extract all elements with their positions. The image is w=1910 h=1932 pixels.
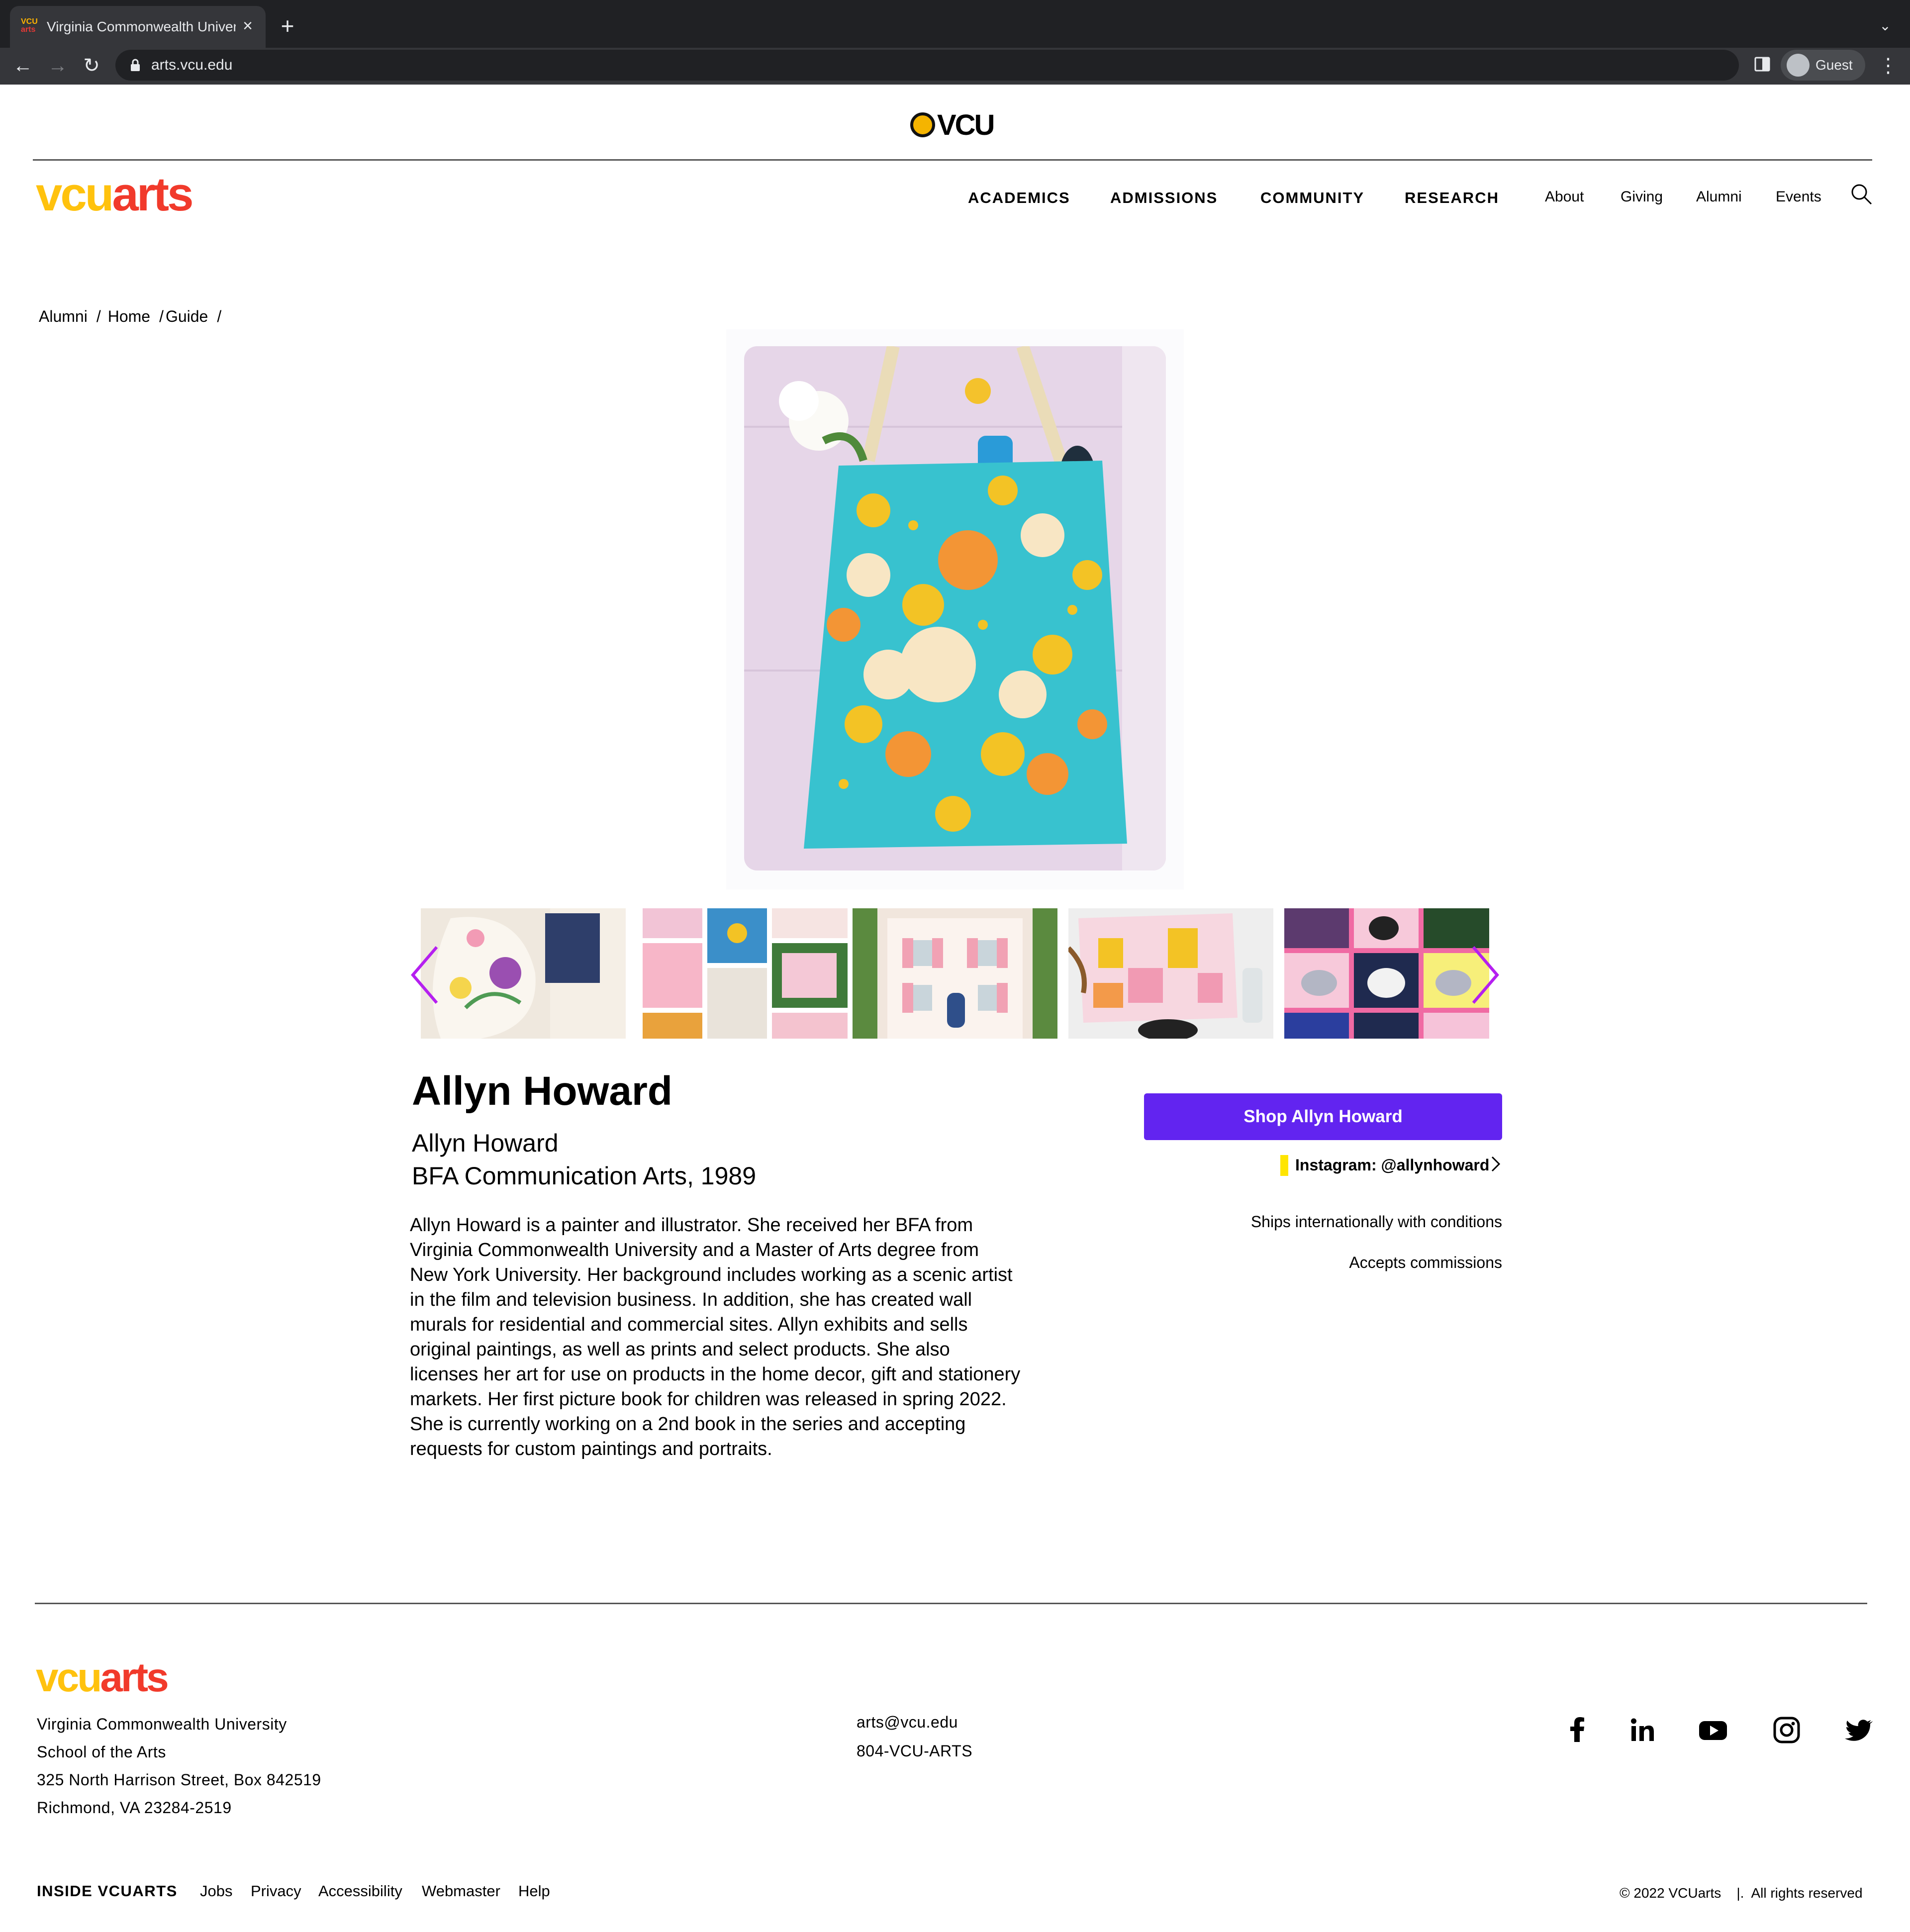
carousel-thumbnail[interactable]: [421, 908, 626, 1039]
vcu-wordmark: VCU: [937, 109, 995, 141]
address-line: 325 North Harrison Street, Box 842519: [37, 1771, 321, 1789]
carousel-thumbnail[interactable]: [853, 908, 1057, 1039]
shop-button[interactable]: Shop Allyn Howard: [1144, 1093, 1502, 1140]
carousel-prev-arrow-icon[interactable]: [408, 944, 443, 1006]
vcu-logo[interactable]: VCU: [910, 110, 1000, 140]
profile-subname: Allyn Howard: [412, 1129, 559, 1157]
carousel-thumbnail[interactable]: [643, 908, 848, 1039]
image-carousel: [408, 908, 1502, 1040]
favicon-icon: VCU arts: [21, 18, 38, 35]
subnav-about[interactable]: About: [1545, 187, 1584, 207]
favicon-bottom: arts: [21, 25, 36, 34]
shipping-info: Ships internationally with conditions: [1250, 1213, 1502, 1231]
breadcrumb-separator: /: [217, 307, 222, 325]
chevron-right-icon[interactable]: [1490, 1155, 1501, 1173]
carousel-next-arrow-icon[interactable]: [1467, 944, 1502, 1006]
breadcrumb-guide[interactable]: Guide: [166, 305, 208, 327]
linkedin-icon[interactable]: [1627, 1715, 1657, 1745]
hero-image[interactable]: [744, 346, 1166, 870]
thumbnail-image: [643, 908, 848, 1039]
twitter-icon[interactable]: [1843, 1715, 1873, 1745]
breadcrumb: Alumni / Home / Guide /: [39, 305, 228, 327]
search-icon[interactable]: [1849, 182, 1873, 206]
nav-admissions[interactable]: ADMISSIONS: [1110, 188, 1218, 208]
header-divider: [33, 159, 1872, 161]
reload-button[interactable]: ↻: [78, 52, 105, 80]
thumbnail-image: [853, 908, 1057, 1039]
tab-search-icon[interactable]: ⌄: [1875, 16, 1895, 36]
carousel-thumbnail[interactable]: [1284, 908, 1489, 1039]
nav-research[interactable]: RESEARCH: [1405, 188, 1499, 208]
footer-link-jobs[interactable]: Jobs: [200, 1879, 232, 1903]
footer-link-accessibility[interactable]: Accessibility: [318, 1879, 402, 1903]
instagram-marker: [1280, 1155, 1288, 1176]
nav-community[interactable]: COMMUNITY: [1260, 188, 1364, 208]
new-tab-button[interactable]: +: [277, 14, 298, 37]
contact-phone[interactable]: 804-VCU-ARTS: [857, 1737, 972, 1765]
logo-part-arts: arts: [112, 168, 193, 221]
tab-close-icon[interactable]: ×: [238, 16, 258, 36]
contact-email[interactable]: arts@vcu.edu: [857, 1708, 958, 1736]
address-line: Virginia Commonwealth University: [37, 1715, 287, 1733]
logo-part-vcu: vcu: [36, 1655, 102, 1700]
thumbnail-image: [421, 908, 626, 1039]
subnav-giving[interactable]: Giving: [1621, 187, 1663, 207]
copyright-text: © 2022 VCUarts |. All rights reserved: [1620, 1885, 1863, 1901]
profile-label: Guest: [1815, 57, 1853, 73]
profile-name: Allyn Howard: [412, 1068, 672, 1114]
thumbnail-image: [1284, 908, 1489, 1039]
footer-link-privacy[interactable]: Privacy: [251, 1879, 301, 1903]
subnav-alumni[interactable]: Alumni: [1696, 187, 1742, 207]
thumbnail-image: [1068, 908, 1273, 1039]
browser-menu-icon[interactable]: ⋮: [1878, 52, 1898, 80]
vcu-seal-icon: [910, 112, 935, 137]
footer-vcuarts-logo[interactable]: vcuarts: [36, 1654, 169, 1701]
profile-degree: BFA Communication Arts, 1989: [412, 1162, 757, 1190]
subnav-events[interactable]: Events: [1776, 187, 1821, 207]
lock-icon: [131, 59, 140, 71]
url-text[interactable]: arts.vcu.edu: [151, 52, 232, 79]
back-button[interactable]: ←: [9, 52, 37, 80]
footer-link-webmaster[interactable]: Webmaster: [422, 1879, 500, 1903]
instagram-link[interactable]: Instagram: @allynhoward: [1295, 1153, 1489, 1177]
address-line: School of the Arts: [37, 1743, 166, 1761]
address-bar[interactable]: [115, 50, 1739, 81]
facebook-icon[interactable]: [1563, 1715, 1593, 1745]
forward-button[interactable]: →: [44, 52, 72, 80]
logo-part-arts: arts: [100, 1655, 169, 1700]
logo-part-vcu: vcu: [36, 168, 114, 221]
footer-link-help[interactable]: Help: [518, 1879, 550, 1903]
breadcrumb-separator: /: [159, 307, 164, 325]
commissions-info: Accepts commissions: [1349, 1254, 1502, 1271]
instagram-icon[interactable]: [1772, 1715, 1802, 1745]
youtube-icon[interactable]: [1698, 1715, 1728, 1745]
breadcrumb-alumni[interactable]: Alumni: [39, 305, 88, 327]
breadcrumb-home[interactable]: Home: [108, 305, 150, 327]
breadcrumb-separator: /: [96, 307, 101, 325]
carousel-thumbnail[interactable]: [1068, 908, 1273, 1039]
nav-academics[interactable]: ACADEMICS: [968, 188, 1070, 208]
address-line: Richmond, VA 23284-2519: [37, 1799, 232, 1817]
favicon-top: VCU: [21, 17, 38, 26]
inside-vcuarts-label: INSIDE VCUARTS: [37, 1882, 178, 1900]
tab-title: Virginia Commonwealth University: [47, 19, 236, 34]
avatar-icon: [1787, 54, 1810, 77]
side-panel-icon[interactable]: [1754, 56, 1771, 73]
profile-bio: Allyn Howard is a painter and illustrato…: [410, 1215, 1021, 1459]
tote-bag-illustration: [744, 346, 1166, 870]
vcuarts-logo[interactable]: vcuarts: [36, 167, 194, 222]
footer-divider: [35, 1603, 1867, 1604]
